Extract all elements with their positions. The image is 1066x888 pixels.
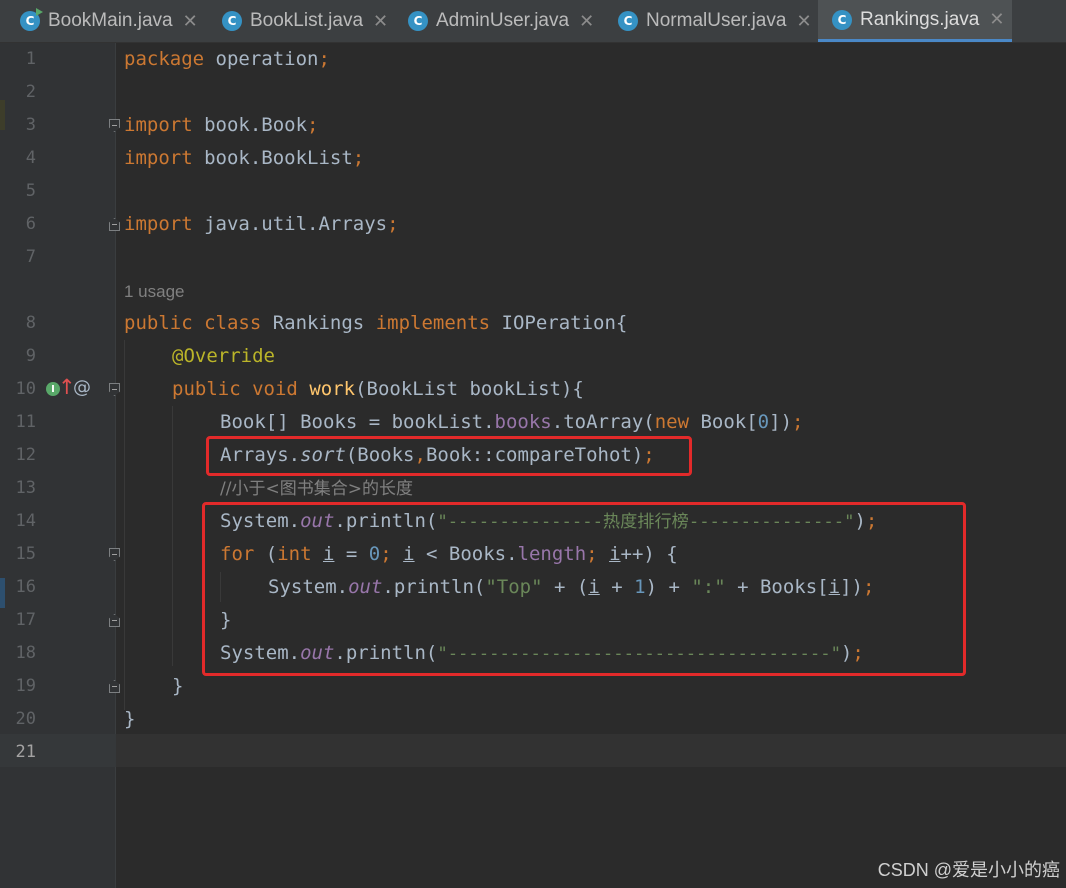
code-line-3: import book.Book; bbox=[124, 109, 318, 142]
indent-guide bbox=[124, 340, 125, 710]
usage-hint[interactable]: 1 usage bbox=[124, 275, 185, 308]
line-number: 8 bbox=[25, 313, 36, 333]
highlight-box-print-loop bbox=[202, 502, 966, 676]
java-class-icon: C bbox=[408, 11, 428, 31]
identifier: (BookList bookList){ bbox=[355, 378, 584, 400]
annotation-marker-icon[interactable]: @ bbox=[73, 377, 91, 398]
line-number: 15 bbox=[15, 544, 36, 564]
line-number: 3 bbox=[25, 115, 36, 135]
java-class-runnable-icon: C bbox=[20, 8, 43, 31]
line-number: 5 bbox=[25, 181, 36, 201]
line-number: 19 bbox=[15, 676, 36, 696]
identifier: ]) bbox=[769, 411, 793, 433]
code-line-6: import java.util.Arrays; bbox=[124, 208, 399, 241]
identifier: Book[] Books = bookList. bbox=[220, 411, 495, 433]
current-line-highlight bbox=[116, 734, 1066, 767]
tab-label: BookMain.java bbox=[48, 10, 173, 31]
identifier: .toArray( bbox=[551, 411, 655, 433]
line-number: 7 bbox=[25, 247, 36, 267]
brace: } bbox=[124, 708, 136, 730]
punct: ; bbox=[307, 114, 319, 136]
tab-label: NormalUser.java bbox=[646, 10, 787, 31]
field: books bbox=[494, 411, 552, 433]
number: 0 bbox=[757, 411, 770, 433]
line-number: 1 bbox=[25, 49, 36, 69]
line-number: 17 bbox=[15, 610, 36, 630]
keyword: new bbox=[654, 411, 690, 433]
identifier: operation bbox=[204, 48, 319, 70]
comment: //小于<图书集合>的长度 bbox=[220, 479, 413, 499]
keyword: import bbox=[124, 213, 193, 235]
code-line-11: Book[] Books = bookList.books.toArray(ne… bbox=[220, 406, 803, 439]
close-tab-icon[interactable]: ✕ bbox=[183, 11, 198, 32]
line-number: 14 bbox=[15, 511, 36, 531]
highlight-box-sort bbox=[206, 436, 692, 476]
tab-label: BookList.java bbox=[250, 10, 364, 31]
line-number: 11 bbox=[15, 412, 36, 432]
keyword: public bbox=[172, 378, 241, 400]
brace: } bbox=[172, 675, 184, 697]
java-class-icon: C bbox=[618, 11, 638, 31]
keyword: class bbox=[204, 312, 262, 334]
implements-marker-letter: I bbox=[51, 383, 55, 395]
code-line-20: } bbox=[124, 703, 135, 736]
punct: ; bbox=[792, 411, 804, 433]
java-class-icon: C bbox=[832, 9, 852, 30]
java-class-icon: C bbox=[222, 11, 242, 31]
line-number: 4 bbox=[25, 148, 36, 168]
punct: ; bbox=[387, 213, 399, 235]
close-tab-icon[interactable]: ✕ bbox=[579, 11, 594, 32]
tab-rankings[interactable]: C Rankings.java ✕ bbox=[818, 0, 1012, 42]
keyword: void bbox=[252, 378, 298, 400]
keyword: package bbox=[124, 48, 205, 70]
close-tab-icon[interactable]: ✕ bbox=[989, 9, 1004, 30]
code-line-4: import book.BookList; bbox=[124, 142, 364, 175]
line-number: 16 bbox=[15, 577, 36, 597]
punct: ; bbox=[318, 48, 330, 70]
punct: ; bbox=[352, 147, 365, 169]
code-line-10: public void work(BookList bookList){ bbox=[172, 373, 584, 406]
keyword: import bbox=[124, 147, 193, 169]
line-number: 20 bbox=[15, 709, 36, 729]
identifier: book.BookList bbox=[192, 147, 353, 169]
class-name: Rankings bbox=[261, 312, 376, 334]
identifier: IOPeration{ bbox=[490, 312, 628, 334]
line-number: 13 bbox=[15, 478, 36, 498]
tab-normaluser[interactable]: C NormalUser.java ✕ bbox=[604, 0, 818, 42]
code-line-19: } bbox=[172, 670, 183, 703]
tab-adminuser[interactable]: C AdminUser.java ✕ bbox=[394, 0, 604, 42]
line-number: 12 bbox=[15, 445, 36, 465]
identifier: book.Book bbox=[192, 114, 308, 136]
close-tab-icon[interactable]: ✕ bbox=[373, 11, 388, 32]
current-line-number: 21 bbox=[15, 742, 36, 762]
tab-label: AdminUser.java bbox=[436, 10, 570, 31]
annotation: @Override bbox=[172, 345, 275, 367]
tab-bookmain[interactable]: C BookMain.java ✕ bbox=[6, 0, 206, 42]
watermark: CSDN @爱是小小的癌 bbox=[877, 860, 1060, 880]
code-line-13: //小于<图书集合>的长度 bbox=[220, 472, 413, 505]
tab-booklist[interactable]: C BookList.java ✕ bbox=[208, 0, 394, 42]
identifier: Book[ bbox=[689, 411, 758, 433]
code-line-8: public class Rankings implements IOPerat… bbox=[124, 307, 627, 340]
close-tab-icon[interactable]: ✕ bbox=[796, 11, 811, 32]
indent-guide bbox=[172, 406, 173, 666]
tab-label: Rankings.java bbox=[860, 8, 980, 30]
line-number: 2 bbox=[25, 82, 36, 102]
code-line-1: package operation; bbox=[124, 43, 330, 76]
method-name: work bbox=[309, 378, 356, 400]
line-number: 18 bbox=[15, 643, 36, 663]
identifier: java.util.Arrays bbox=[192, 213, 388, 235]
keyword: import bbox=[124, 114, 193, 136]
keyword: implements bbox=[375, 312, 491, 334]
code-line-9: @Override bbox=[172, 340, 275, 373]
line-number: 10 bbox=[15, 379, 36, 399]
keyword: public bbox=[124, 312, 193, 334]
editor-tab-bar: C BookMain.java ✕ C BookList.java ✕ C Ad… bbox=[0, 0, 1066, 43]
line-number: 6 bbox=[25, 214, 36, 234]
line-number: 9 bbox=[25, 346, 36, 366]
